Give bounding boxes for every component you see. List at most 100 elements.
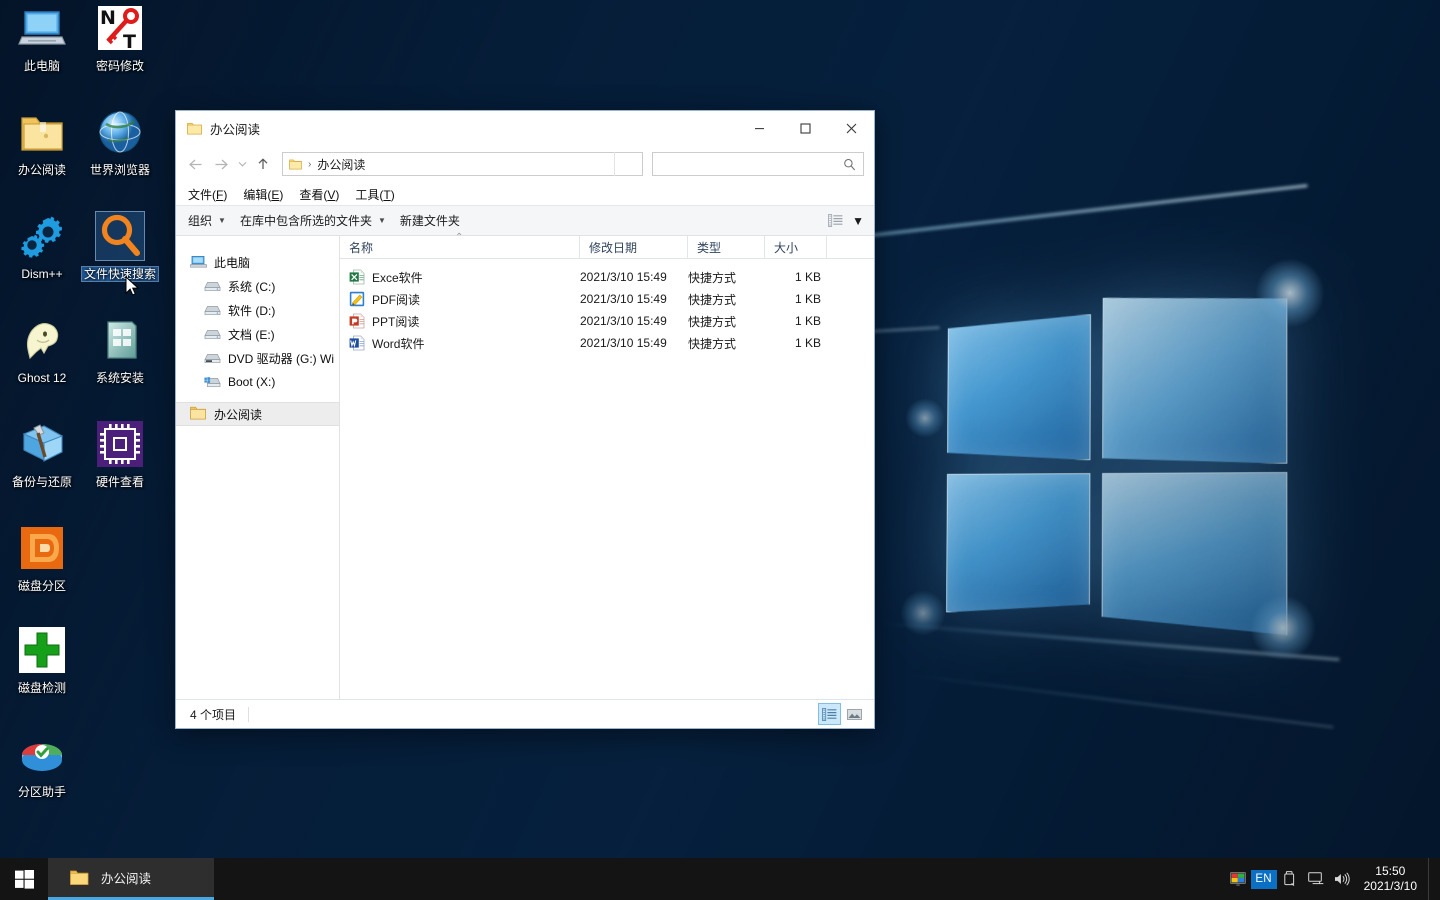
- desktop-icon-gears[interactable]: Dism++: [3, 212, 81, 283]
- nav-tree-item[interactable]: 软件 (D:): [176, 298, 339, 322]
- minimize-button[interactable]: [736, 111, 782, 145]
- globe-browser-icon: [99, 111, 141, 153]
- back-button[interactable]: [182, 151, 208, 177]
- magnifier-search-icon: [95, 211, 145, 261]
- file-list-pane: ⌃ 名称 修改日期 类型 大小 Exce软件 2021/3/10 15:49 快捷方式 1 …: [340, 232, 874, 699]
- nav-tree-item[interactable]: Boot (X:): [176, 370, 339, 394]
- excel-icon: [349, 269, 365, 285]
- organize-label: 组织: [188, 214, 213, 228]
- table-row[interactable]: Exce软件 2021/3/10 15:49 快捷方式 1 KB: [340, 266, 874, 288]
- up-button[interactable]: [250, 151, 276, 177]
- table-row[interactable]: PPT阅读 2021/3/10 15:49 快捷方式 1 KB: [340, 310, 874, 332]
- forward-button[interactable]: [208, 151, 234, 177]
- desktop-icon-folder[interactable]: 办公阅读: [3, 108, 81, 179]
- desktop-icon-partition-assistant-pie[interactable]: 分区助手: [3, 730, 81, 801]
- dvd-drive-icon: [204, 353, 221, 364]
- folder-icon: [187, 122, 202, 134]
- nav-tree-item[interactable]: 系统 (C:): [176, 274, 339, 298]
- desktop-icon-password-reset[interactable]: N T 密码修改: [81, 4, 159, 75]
- network-monitor-icon[interactable]: [1303, 858, 1329, 900]
- navigation-pane: 此电脑 系统 (C:) 软件 (D:) 文档 (E:) DVD 驱动器 (G:)…: [176, 236, 340, 699]
- search-input[interactable]: [660, 157, 843, 171]
- menu-item-view[interactable]: 查看(V): [299, 186, 339, 203]
- table-row[interactable]: Word软件 2021/3/10 15:49 快捷方式 1 KB: [340, 332, 874, 354]
- details-view-button[interactable]: [818, 703, 841, 725]
- status-divider: [248, 706, 250, 722]
- taskbar-button-explorer[interactable]: 办公阅读: [48, 858, 214, 900]
- show-desktop-button[interactable]: [1428, 858, 1434, 900]
- color-picker-icon[interactable]: [1225, 858, 1251, 900]
- drive-icon: [204, 305, 221, 316]
- desktop-icon-green-cross-disk-check[interactable]: 磁盘检测: [3, 626, 81, 697]
- desktop-icon-this-pc[interactable]: 此电脑: [3, 4, 81, 75]
- large-icons-view-button[interactable]: [844, 704, 865, 724]
- boot-drive-icon: [204, 377, 221, 388]
- language-indicator[interactable]: EN: [1250, 858, 1277, 900]
- table-row[interactable]: PDF阅读 2021/3/10 15:49 快捷方式 1 KB: [340, 288, 874, 310]
- file-type-cell: 快捷方式: [688, 292, 737, 307]
- view-options-icon[interactable]: [828, 214, 843, 227]
- desktop-icon-magnifier-search[interactable]: 文件快速搜索: [80, 211, 160, 283]
- desktop-icon-ghost[interactable]: Ghost 12: [3, 316, 81, 387]
- column-header-date[interactable]: 修改日期: [580, 235, 688, 259]
- sort-ascending-icon: ⌃: [455, 232, 464, 243]
- command-bar: 组织 ▼ 在库中包含所选的文件夹 ▼ 新建文件夹 ▼: [176, 205, 874, 236]
- volume-icon[interactable]: [1329, 858, 1355, 900]
- nav-tree-label: 文档 (E:): [228, 327, 275, 342]
- column-header-type[interactable]: 类型: [688, 235, 765, 259]
- recent-locations-button[interactable]: [234, 151, 250, 177]
- new-folder-button[interactable]: 新建文件夹: [400, 212, 460, 229]
- disk-partition-icon: [18, 524, 66, 572]
- search-box[interactable]: [652, 152, 864, 176]
- windows-hero-logo: [939, 267, 1294, 646]
- file-name-label: PPT阅读: [372, 314, 420, 329]
- nav-tree-item[interactable]: DVD 驱动器 (G:) Wi: [176, 346, 339, 370]
- start-button[interactable]: [0, 858, 48, 900]
- system-install-icon: [107, 321, 137, 359]
- word-icon: [349, 335, 365, 351]
- nav-tree-label: 办公阅读: [214, 407, 263, 422]
- clock[interactable]: 15:50 2021/3/10: [1355, 864, 1428, 894]
- desktop-icon-system-install[interactable]: 系统安装: [81, 316, 159, 387]
- include-in-library-label: 在库中包含所选的文件夹: [239, 214, 372, 228]
- desktop-icon-globe-browser[interactable]: 世界浏览器: [81, 108, 159, 179]
- close-button[interactable]: [828, 111, 874, 145]
- disk-partition-icon: [21, 527, 63, 569]
- column-header-size[interactable]: 大小: [765, 235, 827, 259]
- nav-tree-label: DVD 驱动器 (G:) Wi: [228, 351, 334, 366]
- menu-item-file[interactable]: 文件(F): [188, 186, 227, 203]
- nav-tree-item[interactable]: 办公阅读: [176, 402, 339, 426]
- folder-icon: [18, 108, 66, 156]
- drive-icon: [204, 329, 221, 340]
- word-icon: [349, 335, 365, 351]
- globe-browser-icon: [96, 108, 144, 156]
- nav-tree-item[interactable]: 此电脑: [176, 250, 339, 274]
- desktop-icon-disk-partition[interactable]: 磁盘分区: [3, 524, 81, 595]
- nav-tree-item[interactable]: 文档 (E:): [176, 322, 339, 346]
- address-dropdown-button[interactable]: [614, 152, 642, 176]
- start-windows-icon: [14, 869, 34, 889]
- desktop-icon-label: 文件快速搜索: [80, 266, 160, 282]
- maximize-button[interactable]: [782, 111, 828, 145]
- cpu-chip-icon: [97, 421, 143, 467]
- menu-item-edit[interactable]: 编辑(E): [243, 186, 283, 203]
- organize-button[interactable]: 组织 ▼: [188, 212, 226, 229]
- desktop-icon-cpu-chip[interactable]: 硬件查看: [81, 420, 159, 491]
- window-titlebar[interactable]: 办公阅读: [176, 111, 874, 145]
- file-date-cell: 2021/3/10 15:49: [580, 314, 667, 328]
- desktop-icon-label: 分区助手: [17, 785, 66, 799]
- desktop-icon-backup-restore-hammer[interactable]: 备份与还原: [3, 420, 81, 491]
- include-in-library-button[interactable]: 在库中包含所选的文件夹 ▼: [240, 212, 386, 229]
- desktop-icon-label: 磁盘分区: [17, 579, 66, 593]
- file-name-label: Exce软件: [372, 270, 423, 285]
- address-bar[interactable]: › 办公阅读: [282, 152, 643, 176]
- folder-icon: [70, 870, 89, 885]
- breadcrumb-current[interactable]: 办公阅读: [317, 156, 365, 173]
- item-count-label: 4 个项目: [190, 707, 237, 722]
- desktop-icon-label: 世界浏览器: [89, 163, 150, 177]
- menu-item-tools[interactable]: 工具(T): [355, 186, 394, 203]
- view-dropdown-caret-icon[interactable]: ▼: [852, 214, 864, 228]
- drive-icon: [204, 302, 221, 318]
- this-pc-icon: [189, 254, 208, 270]
- usb-eject-icon[interactable]: [1277, 858, 1303, 900]
